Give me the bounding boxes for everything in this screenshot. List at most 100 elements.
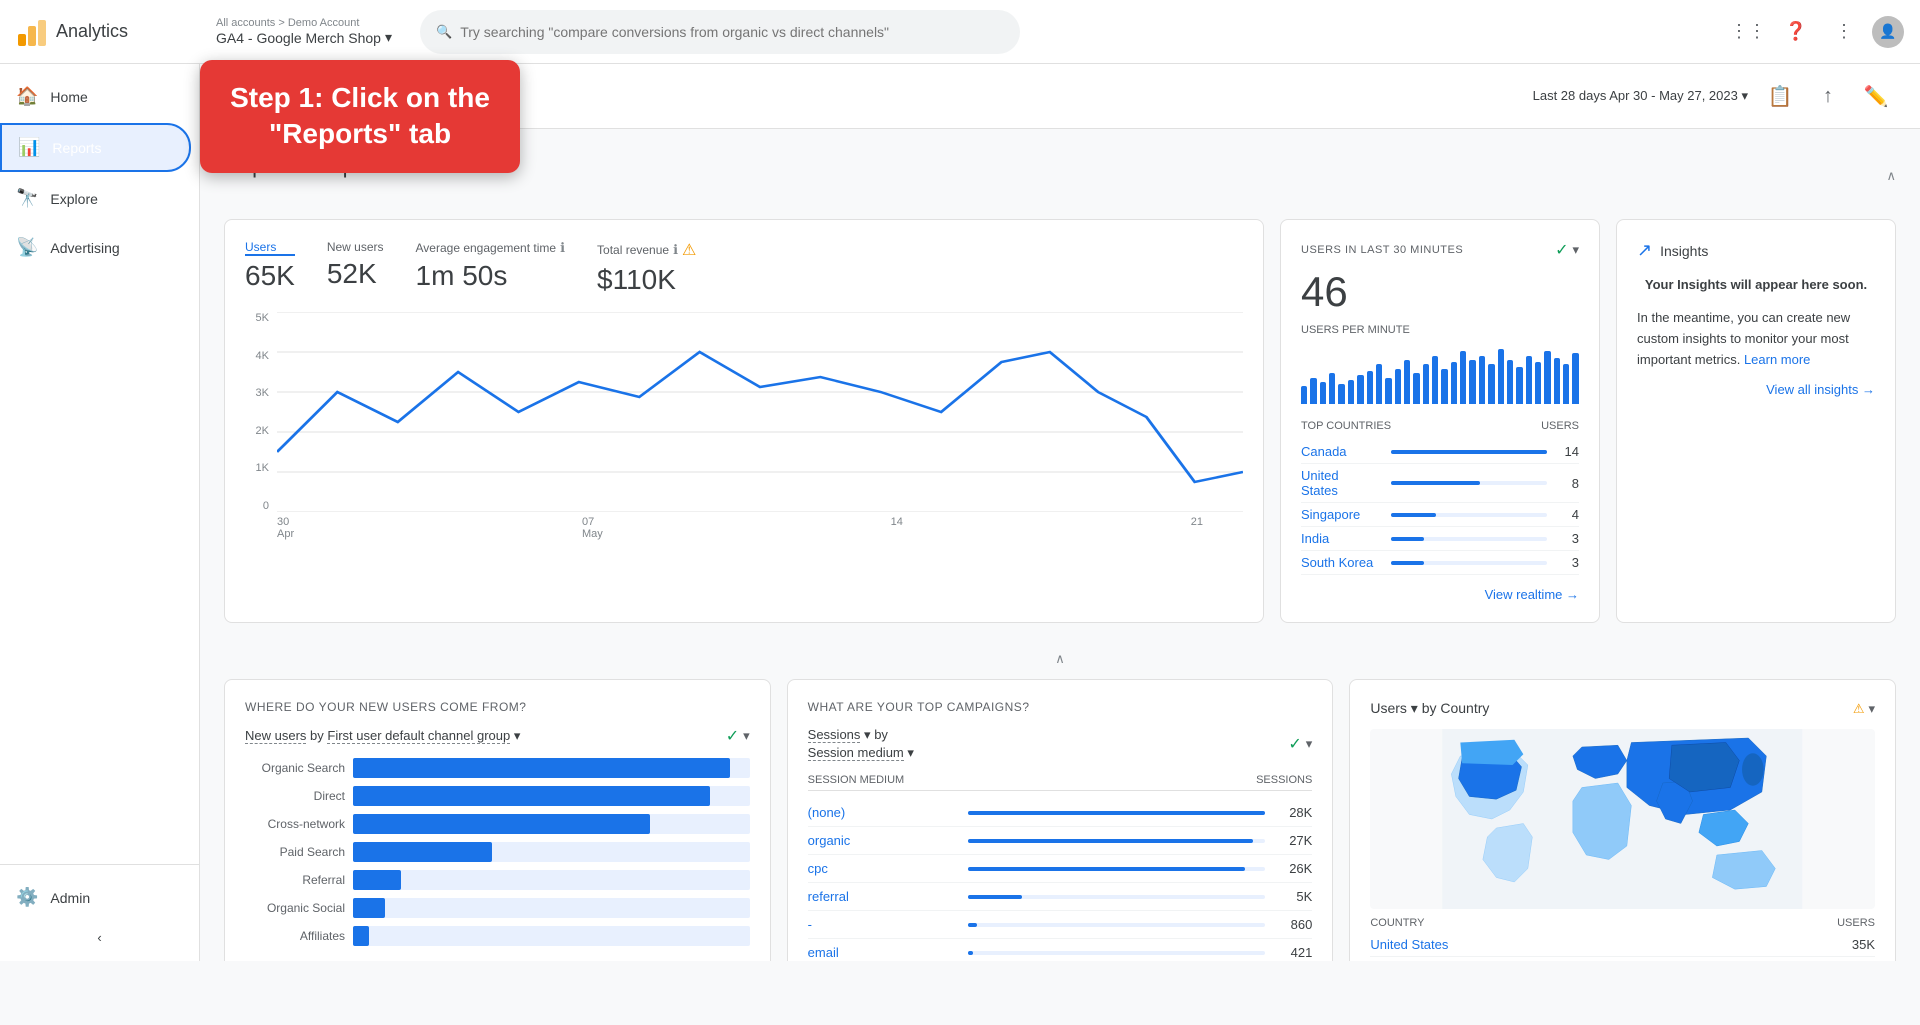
more-vert-icon: ⋮ (1835, 21, 1853, 42)
search-input[interactable] (460, 24, 1004, 40)
realtime-bar (1301, 386, 1307, 404)
campaigns-status[interactable]: ✓ ▾ (1288, 734, 1312, 754)
advertising-icon: 📡 (16, 237, 38, 258)
country-name[interactable]: United States (1301, 468, 1379, 498)
line-chart: 5K 4K 3K 2K 1K 0 (245, 312, 1243, 512)
country-table-value: 35K (1852, 937, 1875, 952)
segment-icon: A (236, 86, 256, 106)
apps-icon-btn[interactable]: ⋮⋮ (1728, 12, 1768, 52)
insights-header: ↗ Insights (1637, 240, 1875, 261)
campaign-name[interactable]: (none) (808, 805, 957, 820)
customize-btn[interactable]: ✏️ (1856, 76, 1896, 116)
sidebar-item-advertising[interactable]: 📡 Advertising (0, 225, 191, 270)
chart-x-labels: 30Apr 07May 14 21 (245, 516, 1243, 540)
chevron-up-2-icon: ∧ (1055, 651, 1065, 667)
sidebar-item-home[interactable]: 🏠 Home (0, 74, 191, 119)
sidebar-item-admin[interactable]: ⚙️ Admin (0, 875, 191, 920)
view-all-insights-link[interactable]: View all insights → (1637, 382, 1875, 397)
realtime-bar (1320, 382, 1326, 404)
country-name[interactable]: India (1301, 531, 1379, 546)
countries-warning-status[interactable]: ⚠ ▾ (1853, 701, 1875, 717)
countries-title[interactable]: Users ▾ by Country (1370, 700, 1489, 717)
chart-svg (277, 312, 1243, 512)
country-row: Singapore 4 (1301, 503, 1579, 527)
countries-card: Users ▾ by Country ⚠ ▾ (1349, 679, 1896, 961)
campaign-value: 860 (1277, 917, 1312, 932)
users-label[interactable]: Users (245, 240, 295, 256)
section-collapse-btn[interactable]: ∧ (1886, 164, 1896, 188)
new-users-dropdown[interactable]: New users by First user default channel … (245, 728, 520, 744)
country-bar-fill (1391, 481, 1480, 485)
users-per-min-label: USERS PER MINUTE (1301, 324, 1579, 336)
country-table-name[interactable]: United States (1370, 937, 1448, 952)
y-label-0: 0 (263, 500, 269, 512)
country-bar-fill (1391, 450, 1547, 454)
add-comparison-btn[interactable]: Add comparison + (338, 82, 469, 111)
learn-more-link[interactable]: Learn more (1744, 352, 1810, 367)
all-users-chip[interactable]: A All Users (224, 80, 326, 112)
sidebar-item-explore[interactable]: 🔭 Explore (0, 176, 191, 221)
section-2-collapse[interactable]: ∧ (224, 647, 1896, 671)
campaigns-dropdown-arrow: ▾ (864, 727, 871, 742)
save-report-btn[interactable]: 📋 (1760, 76, 1800, 116)
campaign-row: cpc 26K (808, 855, 1313, 883)
new-users-label: New users (327, 240, 384, 254)
new-users-status[interactable]: ✓ ▾ (726, 726, 750, 746)
country-bar-bg (1391, 450, 1547, 454)
realtime-bar (1367, 371, 1373, 404)
account-name[interactable]: GA4 - Google Merch Shop ▾ (216, 29, 392, 46)
country-table-section: COUNTRY USERS United States 35K Canada 8… (1370, 917, 1875, 961)
realtime-status-dropdown[interactable]: ✓ ▾ (1555, 240, 1579, 260)
x-label-apr30: 30Apr (277, 516, 294, 540)
campaign-name[interactable]: referral (808, 889, 957, 904)
user-avatar[interactable]: 👤 (1872, 16, 1904, 48)
country-name[interactable]: Singapore (1301, 507, 1379, 522)
insights-trend-icon: ↗ (1637, 240, 1652, 261)
hbar-fill (353, 842, 492, 862)
campaign-row: referral 5K (808, 883, 1313, 911)
more-icon-btn[interactable]: ⋮ (1824, 12, 1864, 52)
campaigns-check-icon: ✓ (1288, 734, 1301, 754)
search-icon: 🔍 (436, 24, 452, 40)
realtime-bar (1469, 360, 1475, 404)
share-btn[interactable]: ↑ (1808, 76, 1848, 116)
chart-line (277, 352, 1243, 482)
country-row: India 3 (1301, 527, 1579, 551)
realtime-bar (1385, 378, 1391, 404)
campaign-name[interactable]: organic (808, 833, 957, 848)
realtime-bar (1329, 373, 1335, 404)
revenue-value: $110K (597, 264, 696, 296)
countries-warning-icon: ⚠ (1853, 701, 1865, 717)
campaigns-dropdown[interactable]: Sessions ▾ by Session medium ▾ (808, 726, 914, 762)
country-bar-bg (1391, 537, 1547, 541)
view-realtime-link[interactable]: View realtime → (1301, 587, 1579, 602)
pencil-icon: ✏️ (1864, 84, 1889, 109)
engagement-help-icon[interactable]: ℹ (560, 240, 565, 256)
campaign-name[interactable]: email (808, 945, 957, 960)
sessions-col-header: SESSIONS (1256, 774, 1312, 786)
hbar-row: Paid Search (245, 842, 750, 862)
realtime-bar (1572, 353, 1578, 404)
revenue-help-icon[interactable]: ℹ (673, 242, 678, 258)
country-bar-bg (1391, 481, 1547, 485)
campaign-row: - 860 (808, 911, 1313, 939)
y-label-4k: 4K (256, 350, 269, 362)
realtime-label: USERS IN LAST 30 MINUTES (1301, 244, 1463, 256)
date-range-picker[interactable]: Last 28 days Apr 30 - May 27, 2023 ▾ (1533, 88, 1748, 104)
realtime-bar (1535, 362, 1541, 404)
help-icon-btn[interactable]: ❓ (1776, 12, 1816, 52)
country-name[interactable]: Canada (1301, 444, 1379, 459)
campaign-name[interactable]: - (808, 917, 957, 932)
realtime-bar (1479, 356, 1485, 404)
country-value: 3 (1559, 531, 1579, 546)
chevron-up-icon: ∧ (1886, 168, 1896, 184)
campaign-name[interactable]: cpc (808, 861, 957, 876)
countries-table: Canada 14 United States 8 Singapore 4 In… (1301, 440, 1579, 575)
realtime-bar (1488, 364, 1494, 404)
sidebar-item-reports[interactable]: 📊 Reports (0, 123, 191, 172)
share-icon: ↑ (1823, 85, 1833, 108)
search-bar[interactable]: 🔍 (420, 10, 1020, 54)
sidebar-collapse-btn[interactable]: ‹ (0, 922, 199, 953)
bottom-grid: WHERE DO YOUR NEW USERS COME FROM? New u… (224, 679, 1896, 961)
country-name[interactable]: South Korea (1301, 555, 1379, 570)
